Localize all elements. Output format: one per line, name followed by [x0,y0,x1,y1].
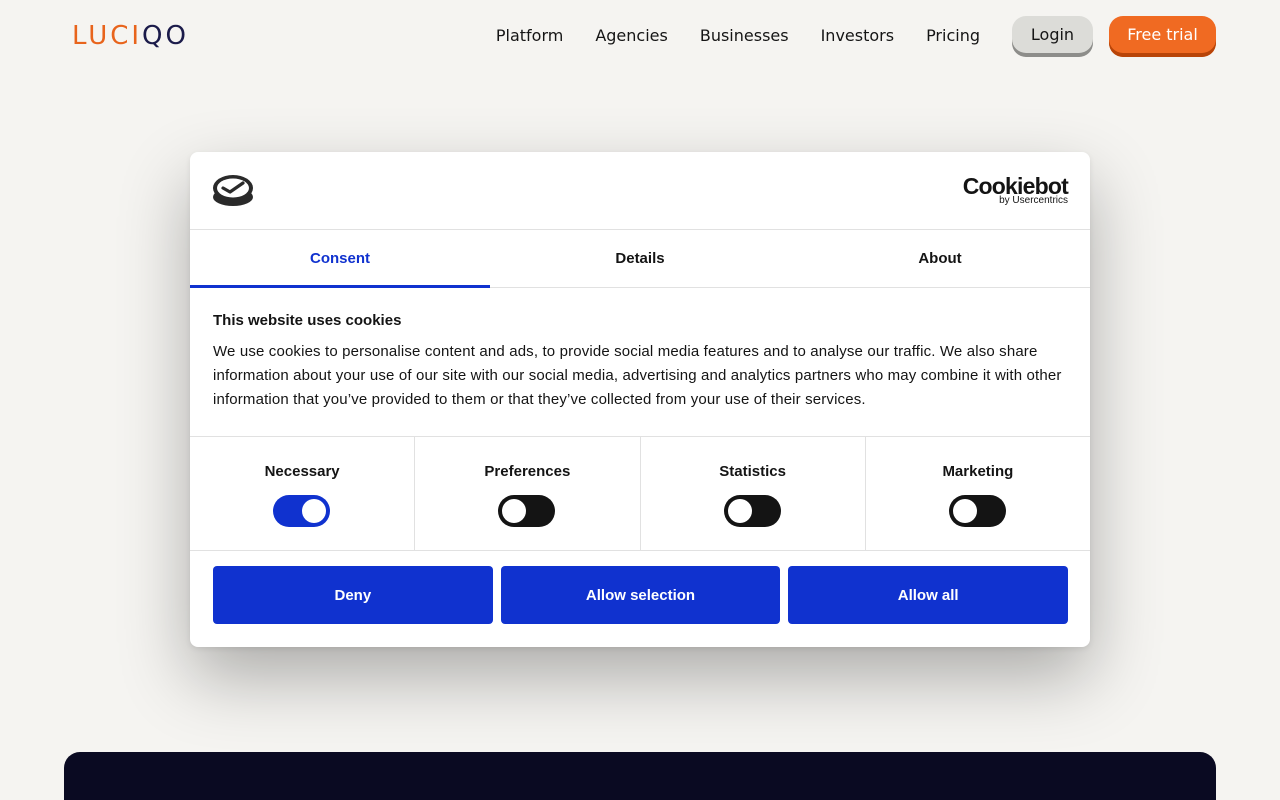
toggle-label-marketing: Marketing [942,463,1014,480]
tab-details[interactable]: Details [490,230,790,287]
main-nav: Platform Agencies Businesses Investors P… [496,24,980,48]
toggle-preferences: Preferences [415,437,641,550]
cookie-dialog-buttons: Deny Allow selection Allow all [213,566,1069,624]
toggle-label-statistics: Statistics [719,463,786,480]
switch-knob [727,499,752,523]
logo-text-part1: LUCI [72,21,143,51]
switch-knob [502,499,527,523]
dark-feature-panel [64,752,1216,800]
deny-button[interactable]: Deny [213,566,493,624]
nav-link-platform[interactable]: Platform [496,24,563,48]
switch-knob [952,499,977,523]
logo-text-part2: QO [142,21,189,51]
free-trial-button[interactable]: Free trial [1109,16,1216,57]
toggle-necessary: Necessary [190,437,416,550]
preferences-switch[interactable] [498,495,556,527]
cookie-dialog-tabs: Consent Details About [190,230,1090,288]
necessary-switch[interactable] [273,495,331,527]
site-favicon-icon [213,175,253,206]
nav-link-businesses[interactable]: Businesses [700,24,789,48]
luciqo-logo[interactable]: LUCI QO [72,21,189,51]
tab-consent[interactable]: Consent [190,230,490,288]
nav-link-pricing[interactable]: Pricing [926,24,980,48]
tab-about[interactable]: About [790,230,1090,287]
nav-link-agencies[interactable]: Agencies [595,24,668,48]
allow-all-button[interactable]: Allow all [788,566,1069,624]
toggle-statistics: Statistics [641,437,866,550]
toggle-label-preferences: Preferences [484,463,571,480]
allow-selection-button[interactable]: Allow selection [500,566,781,624]
cookie-dialog-body: This website uses cookies We use cookies… [213,310,1069,412]
statistics-switch[interactable] [723,495,781,527]
switch-knob [302,499,327,523]
nav-link-investors[interactable]: Investors [821,24,894,48]
cookiebot-logo[interactable]: Cookiebot by Usercentrics [963,174,1069,206]
marketing-switch[interactable] [948,495,1006,527]
cookie-dialog-title: This website uses cookies [213,312,402,329]
site-header: LUCI QO Platform Agencies Businesses Inve… [0,0,1280,72]
cookie-consent-dialog: Cookiebot by Usercentrics Consent Detail… [190,152,1090,647]
login-button[interactable]: Login [1012,16,1093,57]
cookie-dialog-header: Cookiebot by Usercentrics [190,152,1090,230]
toggle-marketing: Marketing [866,437,1090,550]
cookie-dialog-text: We use cookies to personalise content an… [213,343,1062,408]
toggle-label-necessary: Necessary [264,463,340,480]
cookie-category-toggles: Necessary Preferences Statistics Marketi… [190,436,1090,551]
